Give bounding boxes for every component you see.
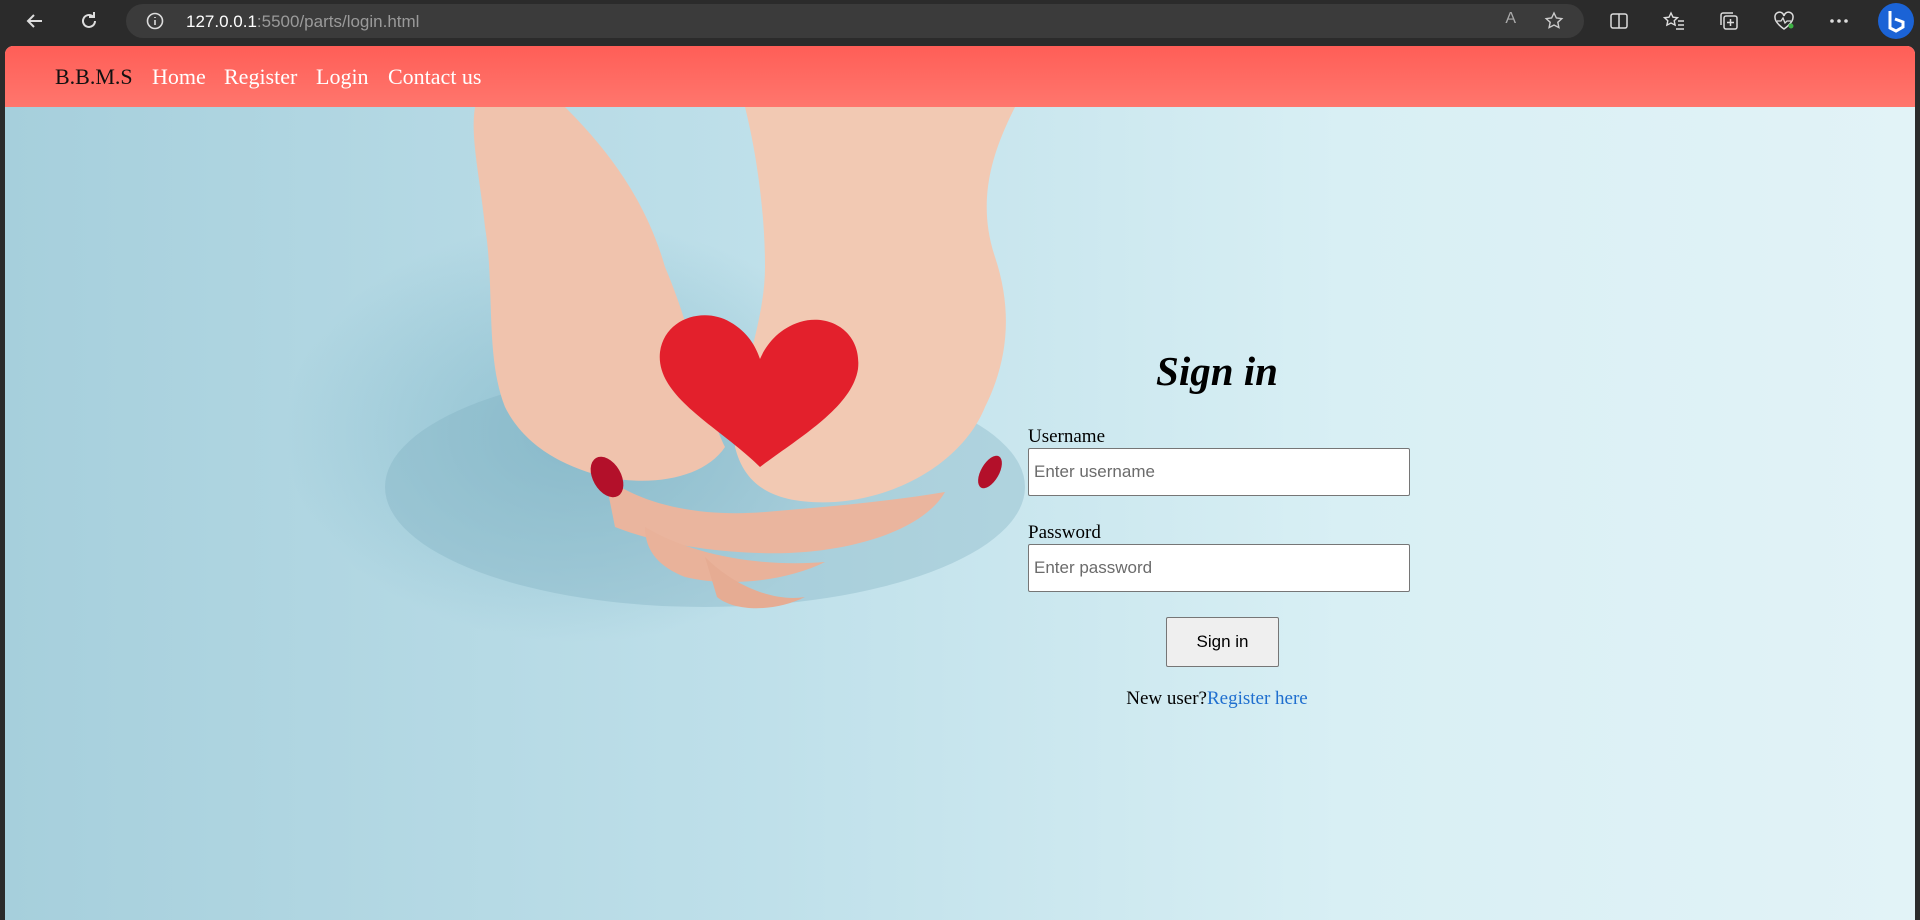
back-icon[interactable]: [20, 7, 50, 35]
new-user-prompt: New user?Register here: [1022, 688, 1412, 710]
split-screen-icon[interactable]: [1604, 7, 1634, 35]
register-here-link[interactable]: Register here: [1207, 688, 1308, 709]
browser-toolbar: 127.0.0.1:5500/parts/login.html A: [0, 0, 1920, 42]
site-info-icon[interactable]: [146, 12, 164, 35]
nav-link-register[interactable]: Register: [224, 64, 297, 90]
signin-title: Sign in: [1156, 348, 1278, 394]
username-label: Username: [1028, 426, 1106, 447]
favorites-icon[interactable]: [1659, 7, 1689, 35]
nav-link-contact-us[interactable]: Contact us: [388, 64, 482, 90]
new-user-text: New user?: [1126, 688, 1207, 709]
refresh-icon[interactable]: [74, 7, 104, 35]
nav-link-login[interactable]: Login: [316, 64, 369, 90]
hands-holding-heart-image: [385, 107, 1025, 609]
address-bar[interactable]: 127.0.0.1:5500/parts/login.html A: [126, 4, 1584, 38]
more-options-icon[interactable]: [1824, 7, 1854, 35]
username-input[interactable]: [1028, 448, 1410, 496]
hero-background: Sign in Username Password Sign in New us…: [5, 107, 1915, 920]
browser-essentials-icon[interactable]: [1769, 7, 1799, 35]
password-label: Password: [1028, 522, 1101, 543]
signin-button[interactable]: Sign in: [1166, 617, 1279, 667]
password-input[interactable]: [1028, 544, 1410, 592]
navbar: B.B.M.S Home Register Login Contact us: [5, 46, 1915, 107]
collections-icon[interactable]: [1714, 7, 1744, 35]
url-text: 127.0.0.1:5500/parts/login.html: [186, 12, 420, 31]
page-viewport: Sign in Username Password Sign in New us…: [5, 46, 1915, 920]
favorite-star-icon[interactable]: [1544, 11, 1564, 36]
read-aloud-icon[interactable]: A: [1505, 10, 1516, 28]
brand-logo-text[interactable]: B.B.M.S: [55, 64, 133, 90]
nav-link-home[interactable]: Home: [152, 64, 206, 90]
copilot-icon[interactable]: [1878, 3, 1914, 39]
